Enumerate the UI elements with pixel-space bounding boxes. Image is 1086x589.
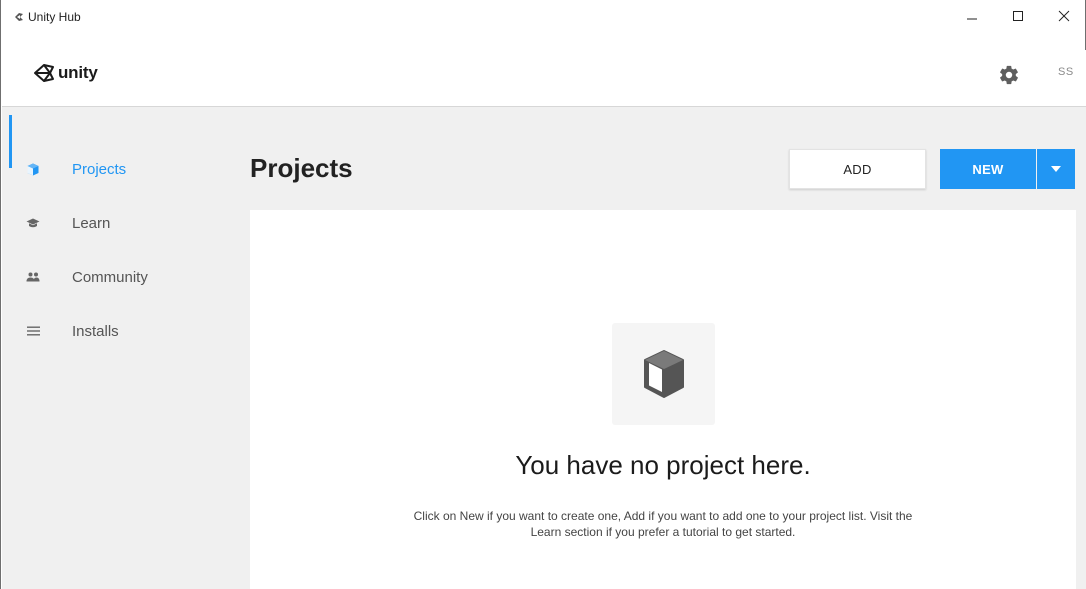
app-header: unity SS <box>2 50 1086 107</box>
new-project-dropdown-button[interactable] <box>1037 149 1075 189</box>
sidebar-item-installs[interactable]: Installs <box>2 306 232 356</box>
sidebar-item-projects[interactable]: Projects <box>2 144 232 194</box>
sidebar-item-label: Community <box>72 268 148 286</box>
app-window: Unity Hub unity SS Projects Learn Commun… <box>0 0 1086 589</box>
gear-icon[interactable] <box>998 64 1020 86</box>
close-button[interactable] <box>1041 0 1086 48</box>
people-icon <box>25 269 41 285</box>
empty-state-cube-icon <box>612 323 715 425</box>
sidebar-item-label: Installs <box>72 322 119 340</box>
sidebar: Projects Learn Community Installs <box>2 107 232 589</box>
sidebar-item-label: Projects <box>72 160 127 178</box>
window-title: Unity Hub <box>28 10 81 24</box>
minimize-icon <box>967 18 977 20</box>
unity-hub-app-icon <box>15 13 23 21</box>
maximize-button[interactable] <box>995 0 1041 48</box>
add-project-button[interactable]: ADD <box>789 149 926 189</box>
chevron-down-icon <box>1051 166 1061 172</box>
page-title: Projects <box>250 153 353 183</box>
close-icon <box>1058 10 1070 22</box>
sidebar-item-label: Learn <box>72 214 111 232</box>
new-project-button[interactable]: NEW <box>940 149 1036 189</box>
cube-icon <box>25 161 41 177</box>
app-body: Projects Learn Community Installs Projec… <box>2 107 1086 589</box>
unity-logo: unity <box>33 60 98 86</box>
list-icon <box>25 323 41 339</box>
minimize-button[interactable] <box>949 0 995 48</box>
title-bar[interactable]: Unity Hub <box>1 0 1085 50</box>
maximize-icon <box>1013 11 1023 21</box>
empty-state-title: You have no project here. <box>515 450 811 480</box>
logo-text: unity <box>58 63 98 82</box>
unity-logo-icon <box>34 64 54 82</box>
user-avatar[interactable]: SS <box>1058 66 1074 78</box>
graduation-cap-icon <box>25 215 41 231</box>
sidebar-item-learn[interactable]: Learn <box>2 198 232 248</box>
empty-state-description: Click on New if you want to create one, … <box>413 509 913 539</box>
projects-panel: You have no project here. Click on New i… <box>250 210 1076 589</box>
sidebar-item-community[interactable]: Community <box>2 252 232 302</box>
